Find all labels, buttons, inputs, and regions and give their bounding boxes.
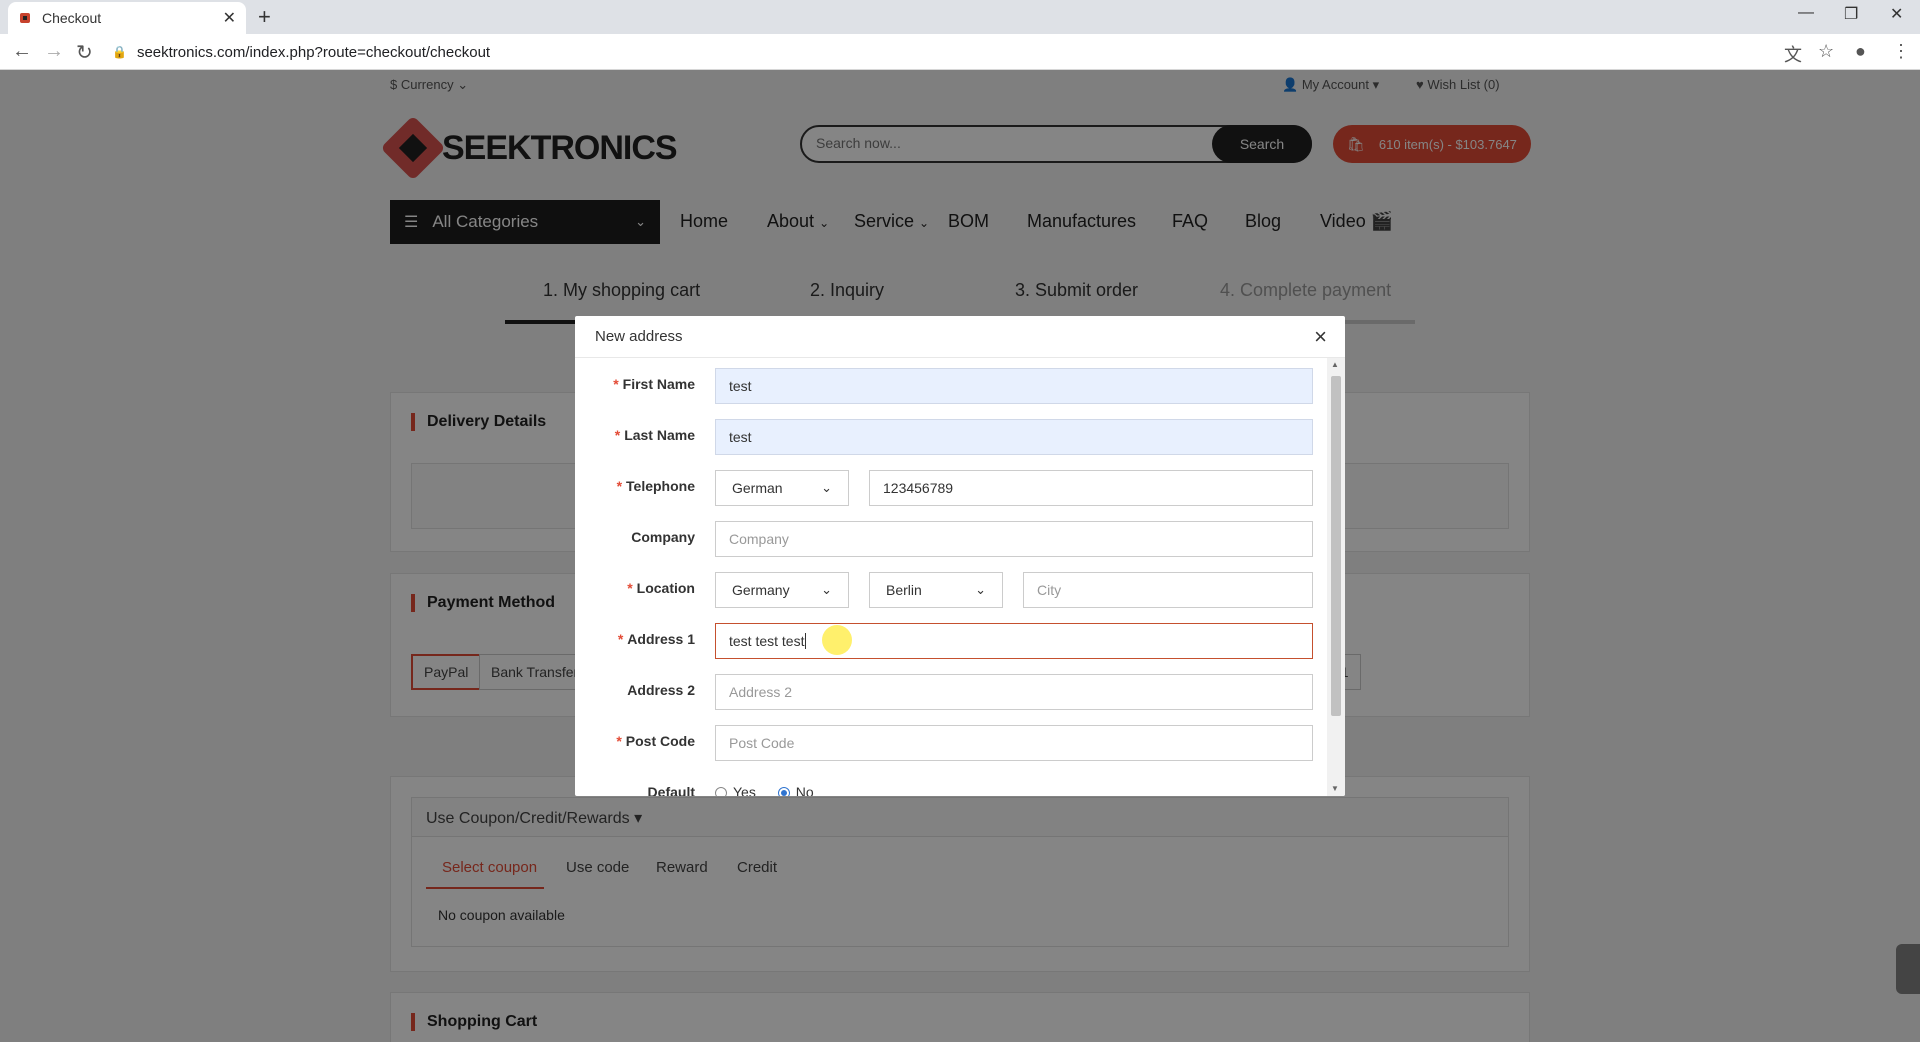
- company-label: Company: [631, 529, 695, 545]
- location-label: * Location: [627, 580, 695, 596]
- scroll-thumb[interactable]: [1331, 376, 1341, 716]
- forward-icon[interactable]: →: [44, 40, 64, 63]
- default-label: Default: [647, 784, 695, 796]
- close-tab-icon[interactable]: ✕: [223, 8, 236, 28]
- minimize-icon[interactable]: —: [1798, 4, 1814, 22]
- close-window-icon[interactable]: ✕: [1890, 4, 1903, 24]
- dialog-body: * First Name test * Last Name test * Teleph…: [575, 358, 1327, 796]
- translate-icon[interactable]: 文: [1784, 41, 1802, 67]
- city-field[interactable]: City: [1023, 572, 1313, 608]
- dialog-header: New address ×: [575, 316, 1345, 358]
- last-name-field[interactable]: test: [715, 419, 1313, 455]
- last-name-row: * Last Name test: [575, 419, 1327, 455]
- address2-label: Address 2: [627, 682, 695, 698]
- reload-icon[interactable]: ↻: [76, 40, 93, 65]
- cursor-highlight: [822, 625, 852, 655]
- default-yes-radio[interactable]: Yes: [715, 784, 756, 796]
- default-radio-group: Yes No: [715, 784, 814, 796]
- first-name-row: * First Name test: [575, 368, 1327, 404]
- dialog-title: New address: [595, 328, 683, 345]
- postcode-label: * Post Code: [616, 733, 695, 749]
- telephone-row: * Telephone German ⌄ 123456789: [575, 470, 1327, 506]
- chevron-down-icon: ⌄: [821, 582, 832, 597]
- tab-title: Checkout: [42, 10, 102, 26]
- default-row: Default Yes No: [575, 776, 1327, 796]
- address-bar: ← → ↻ 🔒 seektronics.com/index.php?route=…: [0, 34, 1920, 70]
- telephone-field[interactable]: 123456789: [869, 470, 1313, 506]
- new-address-dialog: New address × * First Name test * Last Nam…: [575, 316, 1345, 796]
- scroll-down-icon[interactable]: ▼: [1331, 784, 1339, 793]
- back-icon[interactable]: ←: [12, 40, 32, 63]
- menu-kebab-icon[interactable]: ⋮: [1892, 41, 1910, 62]
- close-icon[interactable]: ×: [1314, 324, 1327, 350]
- region-select[interactable]: Berlin ⌄: [869, 572, 1003, 608]
- dialog-scrollbar[interactable]: ▲ ▼: [1327, 358, 1345, 796]
- lock-icon: 🔒: [112, 45, 127, 59]
- last-name-label: * Last Name: [614, 427, 695, 443]
- browser-tab[interactable]: Checkout ✕: [8, 2, 246, 34]
- bookmark-star-icon[interactable]: ☆: [1818, 41, 1834, 62]
- chevron-down-icon: ⌄: [821, 480, 832, 495]
- first-name-field[interactable]: test: [715, 368, 1313, 404]
- chevron-down-icon: ⌄: [975, 582, 986, 597]
- postcode-row: * Post Code Post Code: [575, 725, 1327, 761]
- first-name-label: * First Name: [613, 376, 695, 392]
- scroll-up-icon[interactable]: ▲: [1331, 360, 1339, 369]
- company-row: Company Company: [575, 521, 1327, 557]
- address2-row: Address 2 Address 2: [575, 674, 1327, 710]
- side-chat-widget[interactable]: [1896, 944, 1920, 994]
- postcode-field[interactable]: Post Code: [715, 725, 1313, 761]
- address1-field[interactable]: test test test: [715, 623, 1313, 659]
- address1-row: * Address 1 test test test: [575, 623, 1327, 659]
- address1-label: * Address 1: [617, 631, 695, 647]
- country-select[interactable]: Germany ⌄: [715, 572, 849, 608]
- browser-tabbar: Checkout ✕ + — ❐ ✕: [0, 0, 1920, 34]
- favicon-icon: [18, 11, 32, 25]
- address2-field[interactable]: Address 2: [715, 674, 1313, 710]
- telephone-country-select[interactable]: German ⌄: [715, 470, 849, 506]
- location-row: * Location Germany ⌄ Berlin ⌄ City: [575, 572, 1327, 608]
- default-no-radio[interactable]: No: [777, 784, 814, 796]
- restore-icon[interactable]: ❐: [1844, 4, 1858, 24]
- profile-icon[interactable]: ●: [1855, 41, 1866, 62]
- new-tab-button[interactable]: +: [258, 4, 271, 30]
- url-field[interactable]: 🔒 seektronics.com/index.php?route=checko…: [112, 38, 1792, 66]
- telephone-label: * Telephone: [616, 478, 695, 494]
- company-field[interactable]: Company: [715, 521, 1313, 557]
- url-text: seektronics.com/index.php?route=checkout…: [136, 43, 491, 61]
